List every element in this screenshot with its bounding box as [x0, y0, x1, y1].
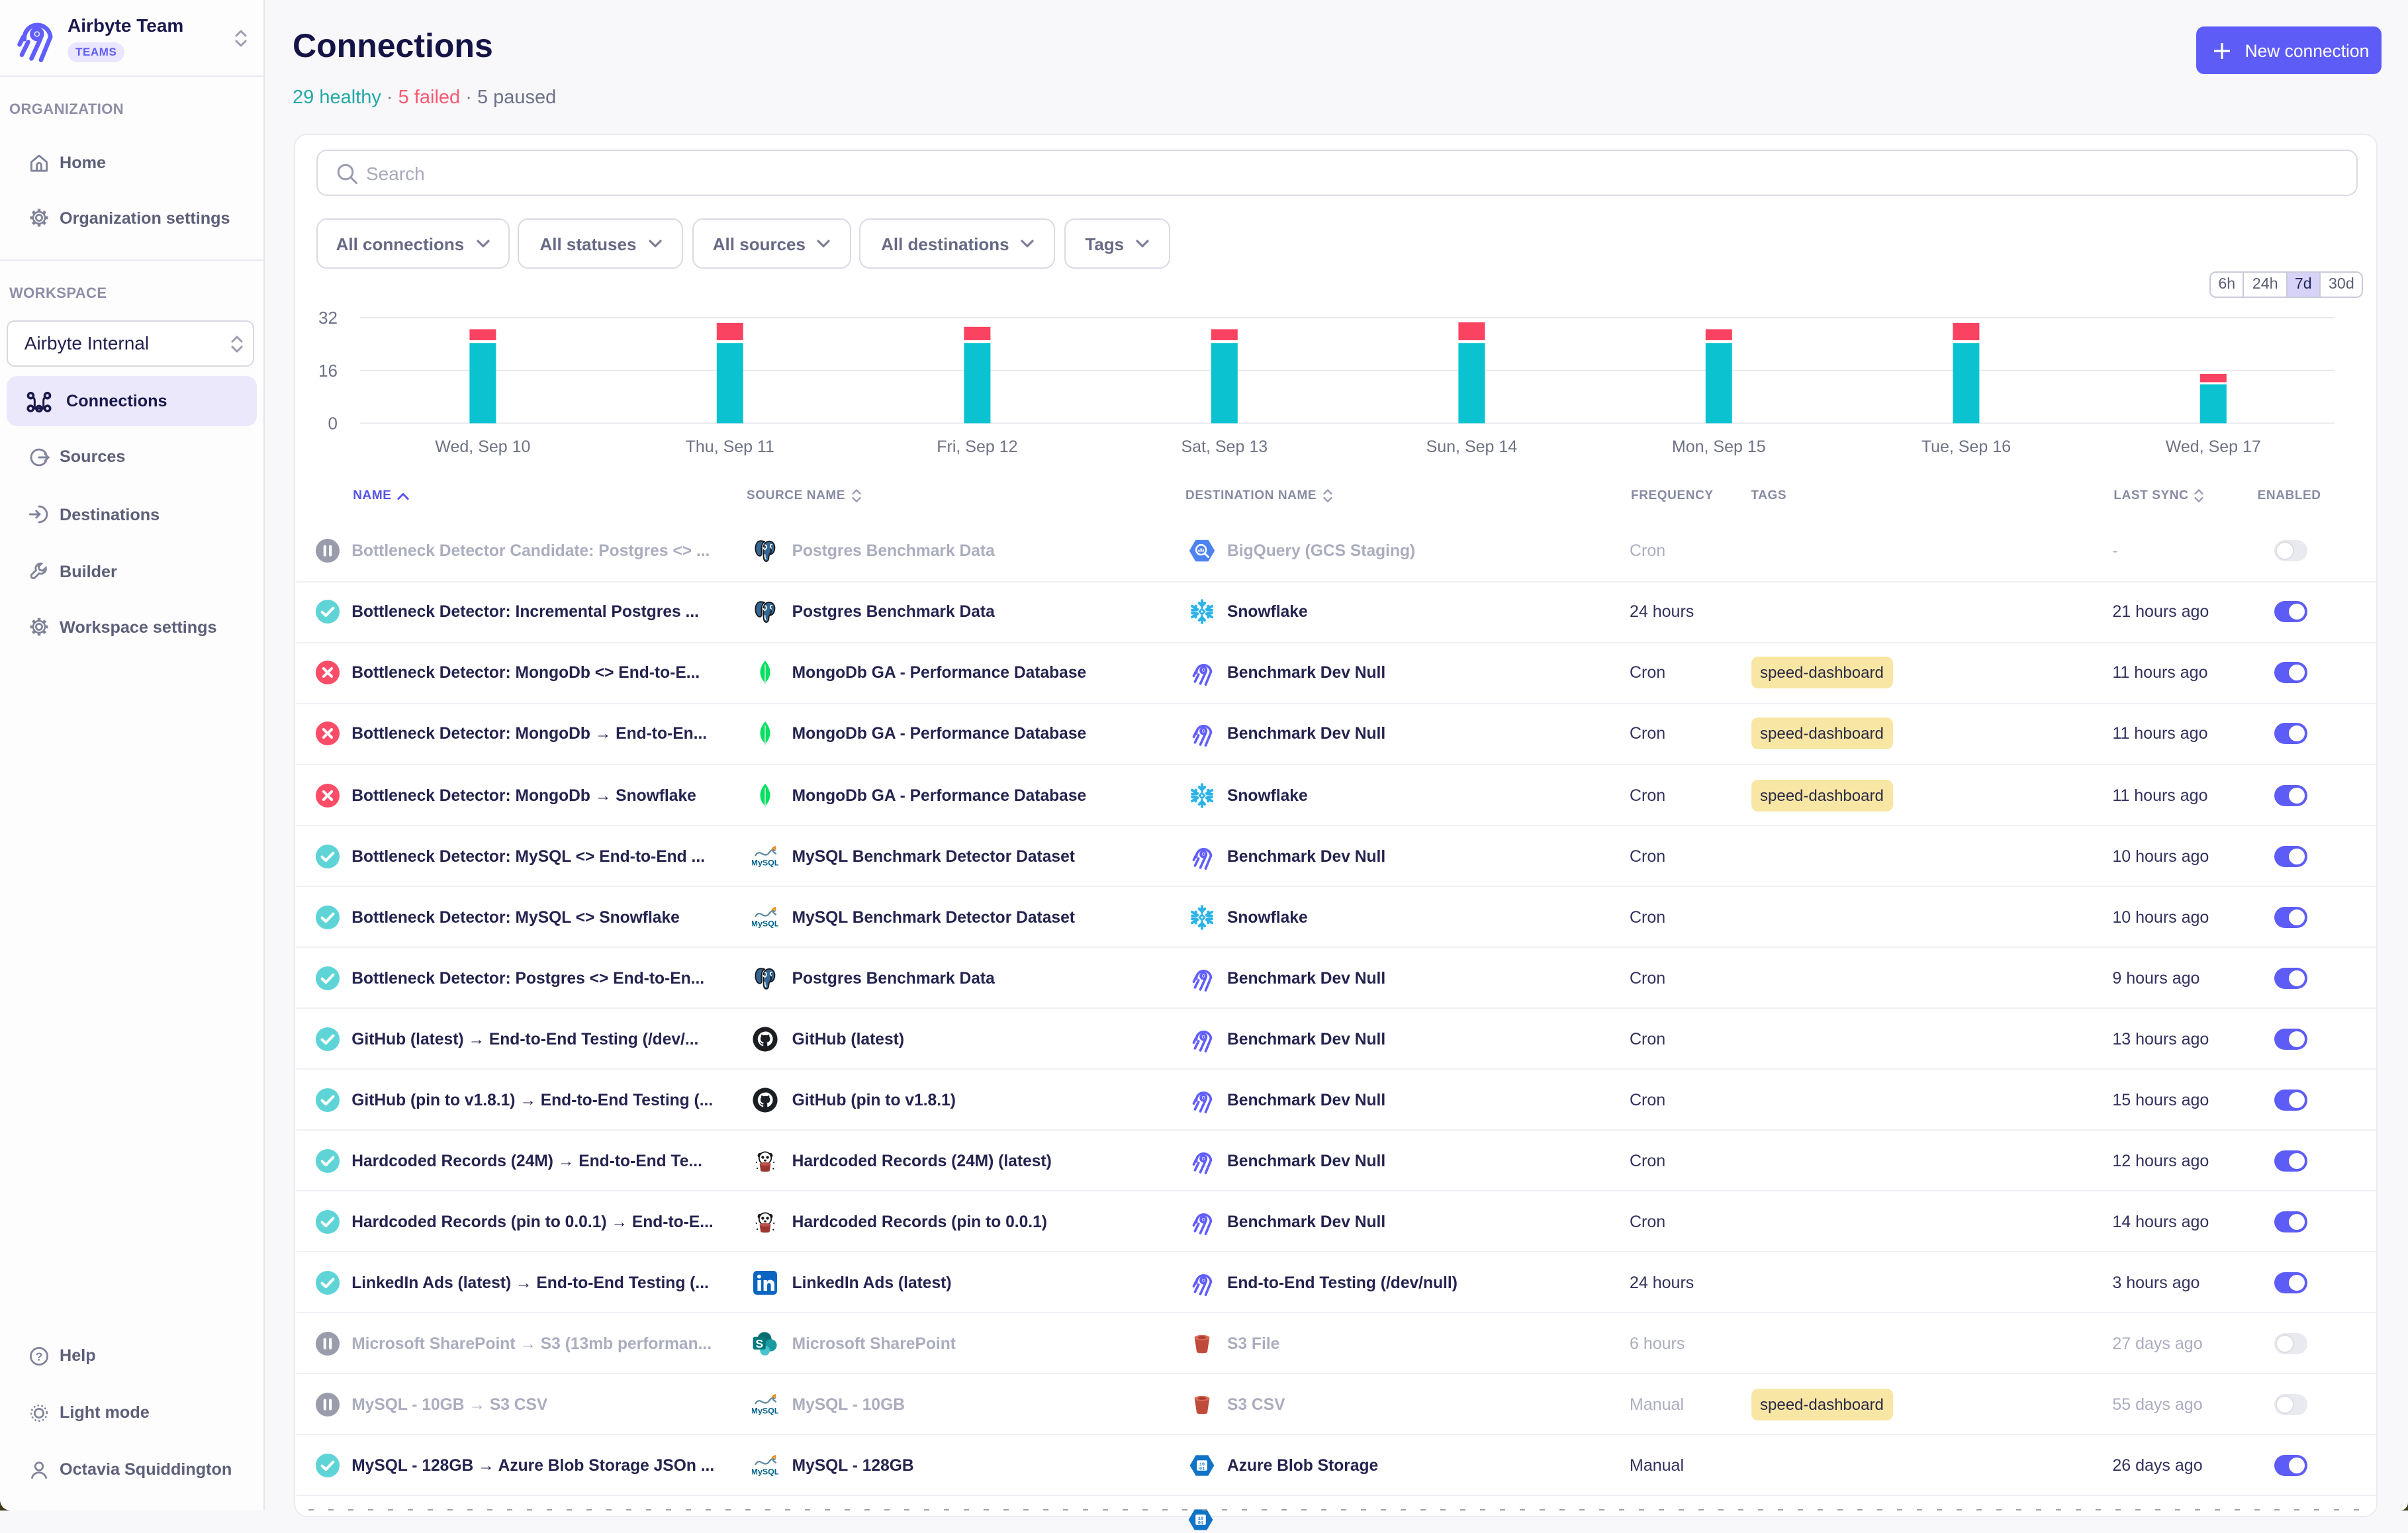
svg-text:Sun, Sep 14: Sun, Sep 14: [1426, 437, 1518, 455]
svg-text:0: 0: [328, 412, 338, 432]
svg-text:Wed, Sep 10: Wed, Sep 10: [435, 437, 530, 455]
svg-text:Thu, Sep 11: Thu, Sep 11: [686, 437, 774, 455]
svg-text:32: 32: [318, 309, 338, 327]
svg-text:Fri, Sep 12: Fri, Sep 12: [937, 437, 1017, 455]
svg-text:Sat, Sep 13: Sat, Sep 13: [1181, 437, 1268, 455]
svg-text:Mon, Sep 15: Mon, Sep 15: [1672, 437, 1766, 455]
svg-text:16: 16: [318, 360, 338, 380]
svg-text:Wed, Sep 17: Wed, Sep 17: [2166, 437, 2261, 455]
svg-text:Tue, Sep 16: Tue, Sep 16: [1922, 437, 2011, 455]
